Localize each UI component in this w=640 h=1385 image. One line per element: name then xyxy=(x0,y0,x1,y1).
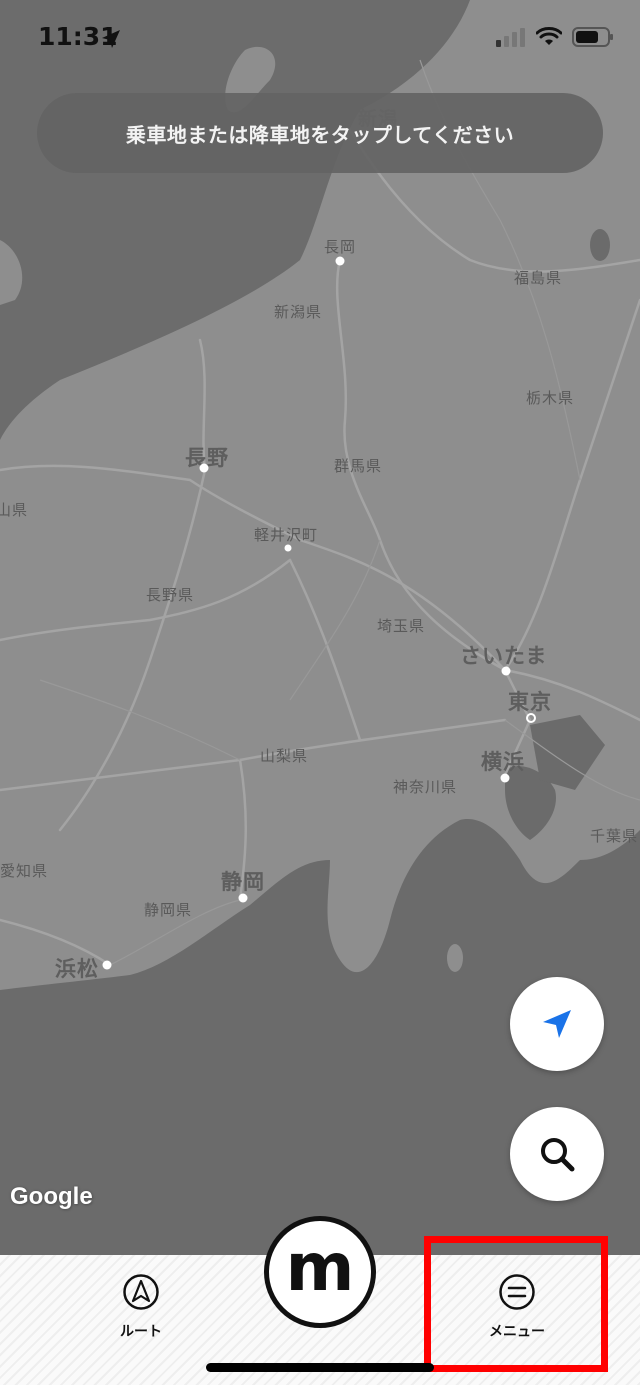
map-label-fukushima-pref: 福島県 xyxy=(514,269,563,287)
current-location-button[interactable] xyxy=(510,977,604,1071)
map-label-hamamatsu: 浜松 xyxy=(55,957,99,981)
map-label-saitama-pref: 埼玉県 xyxy=(377,617,426,635)
map-label-saitama-city: さいたま xyxy=(460,644,548,668)
map-label-shizuoka-pref: 静岡県 xyxy=(144,901,193,919)
map-label-tochigi-pref: 栃木県 xyxy=(526,389,575,407)
google-logo: Google xyxy=(10,1183,93,1210)
location-arrow-icon xyxy=(102,30,120,48)
route-icon xyxy=(123,1274,159,1310)
home-indicator[interactable] xyxy=(206,1363,434,1372)
map-label-yokohama: 横浜 xyxy=(481,750,525,774)
status-bar: 11:31 xyxy=(0,0,640,80)
map-label-niigata-pref: 新潟県 xyxy=(274,303,323,321)
instruction-banner: 乗車地または降車地をタップしてください xyxy=(37,93,603,173)
wifi-icon xyxy=(536,27,562,45)
map-label-karuizawa: 軽井沢町 xyxy=(254,526,319,544)
search-icon xyxy=(541,1138,575,1172)
search-button[interactable] xyxy=(510,1107,604,1201)
tab-route-label: ルート xyxy=(120,1324,162,1340)
map-label-yamanashi-pref: 山梨県 xyxy=(260,747,309,765)
map-label-kanagawa-pref: 神奈川県 xyxy=(393,778,458,796)
status-icons xyxy=(496,26,614,48)
battery-icon xyxy=(572,27,613,47)
tab-route[interactable]: ルート xyxy=(81,1270,201,1360)
map-label-aichi-pref: 愛知県 xyxy=(0,862,49,880)
map-dot-tokyo xyxy=(526,713,536,723)
map-label-nagaoka: 長岡 xyxy=(324,238,357,256)
map-label-nagano-pref: 長野県 xyxy=(146,586,195,604)
map-label-chiba-pref: 千葉県 xyxy=(590,827,639,845)
map-label-tokyo: 東京 xyxy=(508,690,552,714)
center-logo-button[interactable]: m xyxy=(264,1216,376,1328)
map-dot-nagaoka xyxy=(335,256,345,266)
map-dot-hamamatsu xyxy=(102,960,112,970)
map-dot-shizuoka xyxy=(238,893,248,903)
cellular-signal-icon xyxy=(496,28,525,47)
map-dot-yokohama xyxy=(500,773,510,783)
map-label-shizuoka-city: 静岡 xyxy=(221,870,265,894)
current-location-icon xyxy=(543,1010,571,1038)
map-dot-saitama xyxy=(501,666,511,676)
instruction-text: 乗車地または降車地をタップしてください xyxy=(125,122,515,147)
map-dot-karuizawa xyxy=(284,544,292,552)
map-dot-nagano xyxy=(199,463,209,473)
menu-highlight-box xyxy=(424,1236,608,1372)
map-label-gunma-pref: 群馬県 xyxy=(334,457,383,475)
map-label-yamanashi-partial: 山県 xyxy=(0,501,29,519)
center-logo-letter: m xyxy=(285,1229,355,1306)
